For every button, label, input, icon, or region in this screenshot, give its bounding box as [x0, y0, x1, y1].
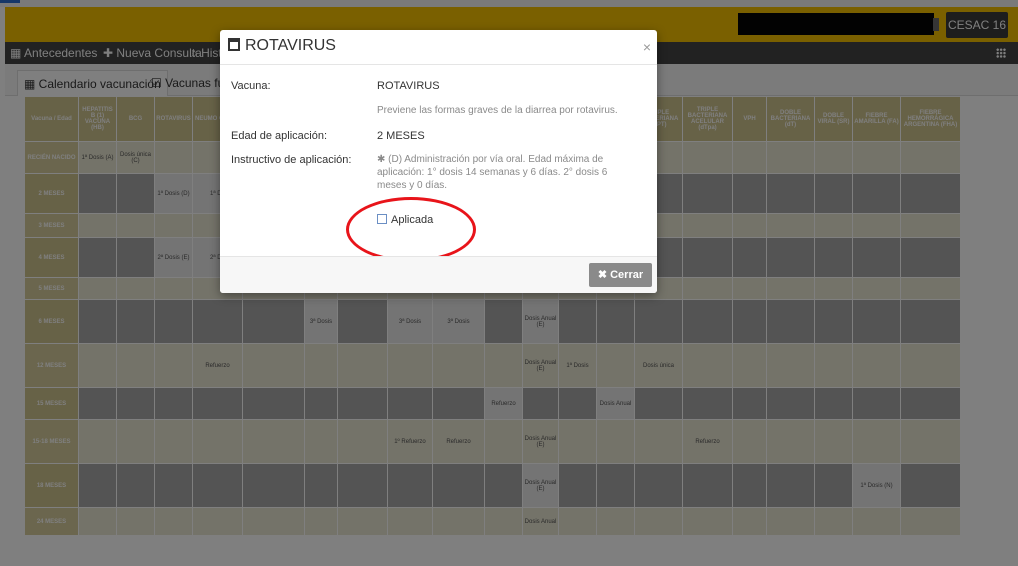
vacuna-description: Previene las formas graves de la diarrea… [377, 105, 618, 116]
highlight-circle [346, 197, 476, 262]
modal-header: ROTAVIRUS × [220, 30, 657, 65]
edad-value: 2 MESES [377, 130, 425, 142]
vacuna-value: ROTAVIRUS [377, 80, 440, 92]
modal-footer: ✖ Cerrar [220, 256, 657, 293]
cerrar-button[interactable]: ✖ Cerrar [589, 263, 652, 287]
instructivo-label: Instructivo de aplicación: [231, 154, 352, 166]
edad-label: Edad de aplicación: [231, 130, 328, 142]
modal-title: ROTAVIRUS [228, 37, 336, 55]
instructivo-value: ✱ (D) Administración por vía oral. Edad … [377, 154, 608, 191]
vacuna-label: Vacuna: [231, 80, 271, 92]
modal-title-text: ROTAVIRUS [245, 37, 336, 54]
close-icon[interactable]: × [643, 39, 651, 55]
vaccine-detail-modal: ROTAVIRUS × Vacuna: ROTAVIRUS Previene l… [220, 30, 657, 293]
calendar-icon [228, 38, 240, 51]
